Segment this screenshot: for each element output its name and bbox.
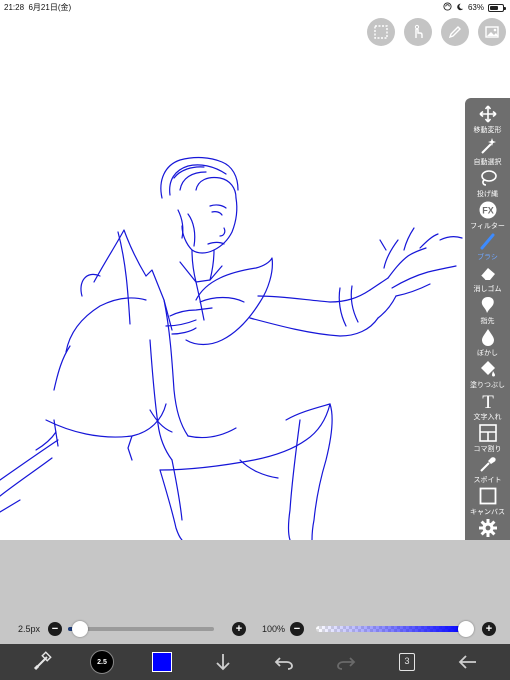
gear-icon (478, 519, 497, 538)
fx-icon: FX (479, 201, 496, 219)
brush-eraser-toggle-icon (33, 651, 52, 671)
clock: 21:28 (4, 3, 25, 12)
bottom-bar: 2.5 3 (0, 644, 510, 680)
material-button[interactable] (478, 18, 506, 46)
tool-label: ぼかし (477, 350, 498, 358)
tool-brush[interactable]: ブラシ (465, 231, 510, 263)
brush-size-label: 2.5px (18, 624, 41, 634)
tool-palette: 移動変形 自動選択 投げ縄 FX フィルター ブラシ 消しゴム 指先 ぼかし 塗… (465, 98, 510, 550)
back-button[interactable] (456, 650, 480, 674)
selection-icon (374, 25, 388, 39)
brush-icon (480, 233, 494, 250)
tool-label: コマ割り (473, 445, 502, 453)
tool-blur[interactable]: ぼかし (465, 327, 510, 359)
opacity-slider[interactable] (316, 621, 474, 637)
text-tool-glyph: T (482, 392, 494, 411)
arrow-down-icon (216, 654, 230, 671)
battery-level (490, 5, 498, 10)
tool-text[interactable]: T 文字入れ (465, 391, 510, 423)
layers-button[interactable]: 3 (395, 650, 419, 674)
opacity-label: 100% (262, 624, 286, 634)
battery-percent: 63% (467, 3, 484, 12)
brush-size-slider[interactable] (68, 621, 214, 637)
magic-wand-icon (480, 137, 496, 154)
brush-size-preview-button[interactable]: 2.5 (90, 650, 114, 674)
eyedropper-icon (479, 457, 496, 473)
tool-label: フィルター (470, 222, 505, 230)
pen-icon (448, 26, 461, 39)
tool-move-transform[interactable]: 移動変形 (465, 104, 510, 136)
tool-label: 消しゴム (473, 286, 502, 294)
status-right: 63% (443, 2, 506, 13)
top-tools (367, 18, 506, 46)
tool-label: 文字入れ (473, 413, 502, 421)
pen-button[interactable] (441, 18, 469, 46)
tool-label: ブラシ (477, 254, 498, 262)
tool-lasso[interactable]: 投げ縄 (465, 168, 510, 200)
tool-panel-divide[interactable]: コマ割り (465, 423, 510, 455)
blur-drop-icon (481, 329, 494, 347)
selection-button[interactable] (367, 18, 395, 46)
battery-icon (488, 3, 506, 12)
status-left: 21:28 6月21日(金) (4, 2, 71, 13)
tool-fill[interactable]: 塗りつぶし (465, 359, 510, 391)
redo-icon (337, 657, 356, 670)
tool-magic-wand[interactable]: 自動選択 (465, 136, 510, 168)
redo-button[interactable] (334, 650, 358, 674)
canvas-square-icon (479, 487, 496, 505)
brush-size-minus-button[interactable]: − (48, 622, 62, 636)
tool-label: 投げ縄 (477, 190, 498, 198)
layer-count-badge: 3 (399, 653, 415, 671)
smudge-finger-icon (481, 297, 494, 314)
download-button[interactable] (211, 650, 235, 674)
brush-size-plus-button[interactable]: + (232, 622, 246, 636)
fx-text: FX (482, 205, 494, 215)
move-arrows-icon (478, 105, 497, 123)
touch-gesture-button[interactable] (404, 18, 432, 46)
brush-size-row: 2.5px − + (18, 620, 246, 638)
opacity-knob[interactable] (458, 621, 474, 637)
tool-smudge[interactable]: 指先 (465, 295, 510, 327)
tool-filter[interactable]: FX フィルター (465, 200, 510, 232)
text-t-icon: T (482, 392, 494, 411)
lasso-icon (480, 169, 497, 186)
panel-frame-icon (478, 423, 497, 442)
tool-eraser[interactable]: 消しゴム (465, 263, 510, 295)
undo-icon (274, 657, 293, 670)
tool-label: 自動選択 (473, 158, 502, 166)
bucket-fill-icon (480, 360, 495, 377)
tool-label: 移動変形 (473, 127, 502, 134)
brush-size-knob[interactable] (71, 621, 88, 637)
current-color-swatch (152, 652, 172, 672)
tool-label: 指先 (480, 318, 495, 326)
picture-icon (485, 26, 499, 38)
line-art-drawing (0, 156, 463, 541)
stabilizer-button[interactable] (30, 650, 54, 674)
arrow-left-icon (458, 655, 476, 669)
opacity-row: 100% − + (262, 620, 496, 638)
tool-label: キャンバス (470, 509, 505, 517)
tool-label: 塗りつぶし (469, 381, 506, 389)
drawing-canvas[interactable] (0, 14, 510, 541)
opacity-minus-button[interactable]: − (290, 622, 304, 636)
status-bar: 21:28 6月21日(金) 63% (0, 0, 510, 14)
tool-eyedropper[interactable]: スポイト (465, 454, 510, 486)
hand-touch-icon (414, 24, 423, 38)
moon-icon (456, 3, 464, 13)
tool-label: スポイト (473, 477, 502, 485)
date: 6月21日(金) (28, 3, 72, 12)
undo-button[interactable] (272, 650, 296, 674)
opacity-plus-button[interactable]: + (482, 622, 496, 636)
brush-size-preview: 2.5 (90, 650, 114, 674)
tool-canvas[interactable]: キャンバス (465, 486, 510, 518)
screen-lock-icon (443, 2, 452, 13)
eraser-icon (480, 268, 495, 281)
color-picker-button[interactable] (150, 650, 174, 674)
